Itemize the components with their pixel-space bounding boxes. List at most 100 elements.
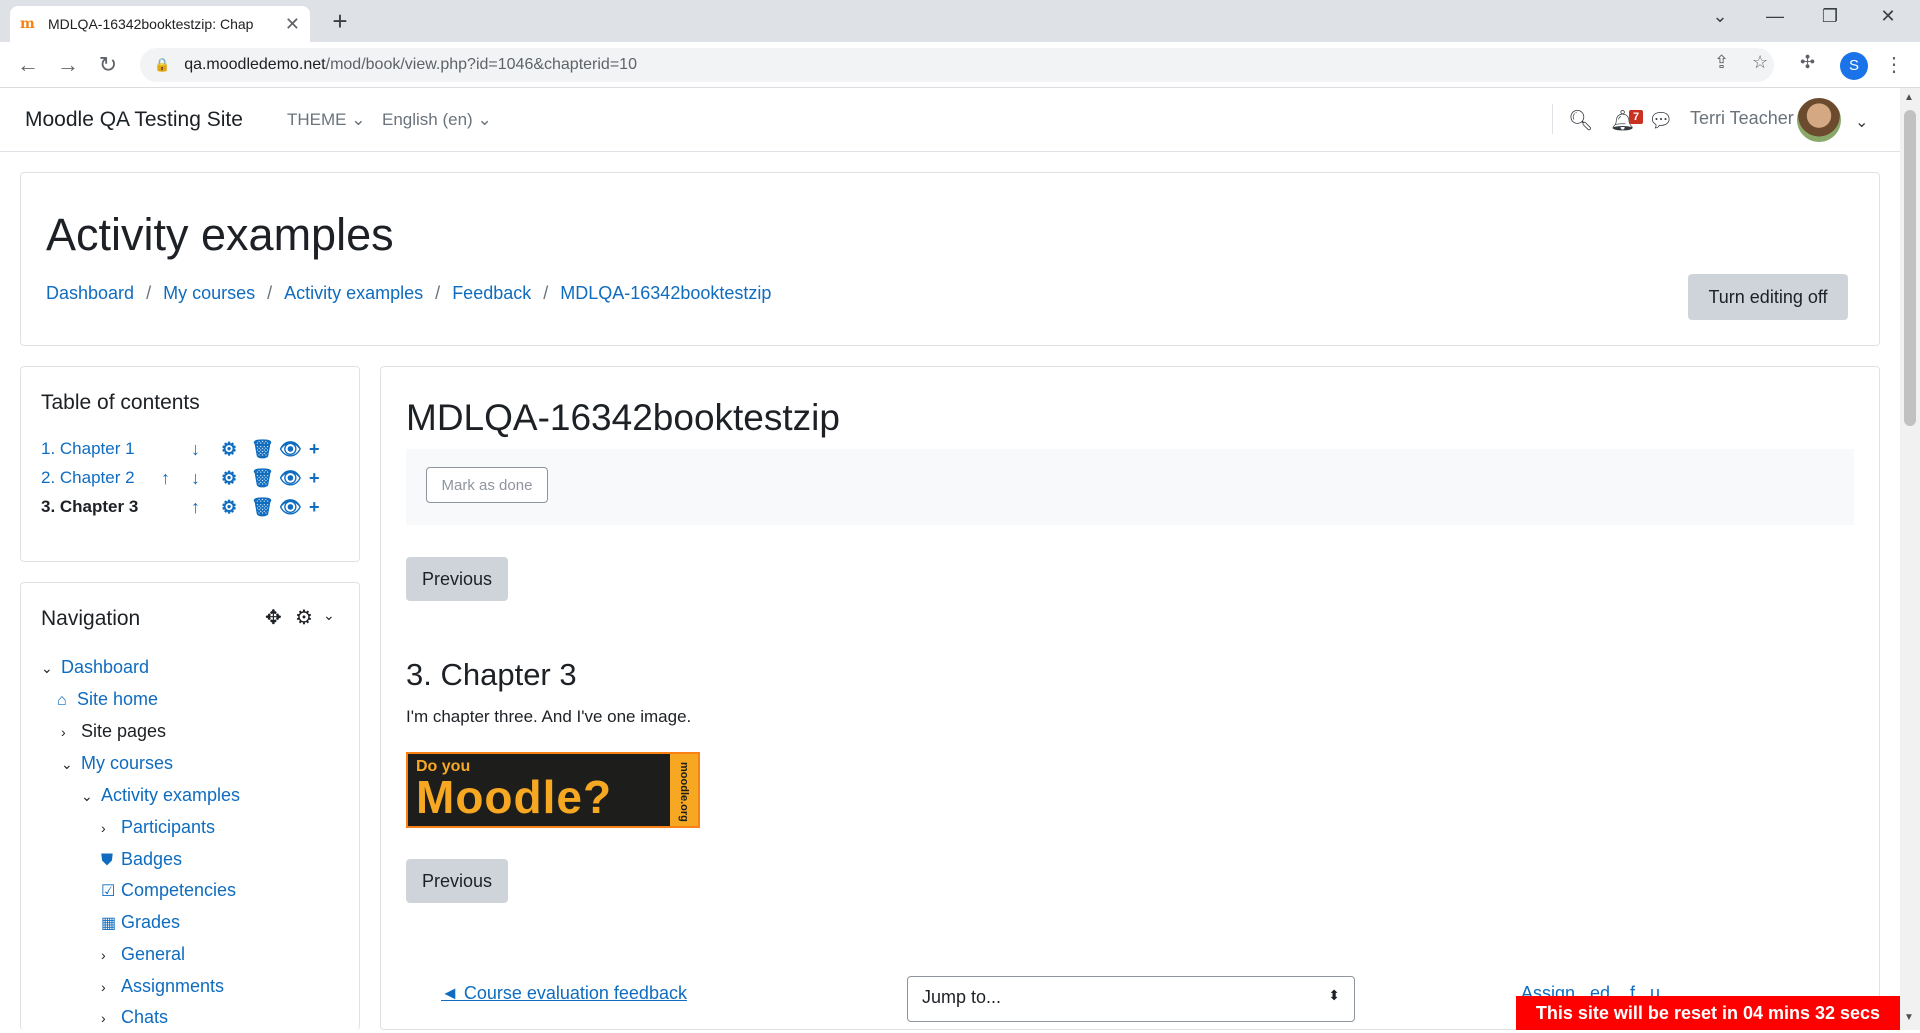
nav-item-label[interactable]: General [121, 944, 185, 964]
minimize-icon[interactable]: — [1755, 6, 1795, 27]
user-avatar[interactable] [1797, 98, 1841, 142]
breadcrumb-separator: / [435, 283, 441, 303]
nav-item-general[interactable]: › General [101, 944, 185, 970]
moodle-navbar: Moodle QA Testing Site THEME ⌄ English (… [0, 88, 1900, 152]
chevron-down-icon[interactable]: ⌄ [323, 607, 335, 624]
toc-item-chapter-2: 2. Chapter 2 ↑ ↓ ⚙ 🗑︎ 👁︎ + [41, 468, 341, 494]
nav-item-assignments[interactable]: › Assignments [101, 976, 224, 1002]
browser-tab-bar: m MDLQA-16342booktestzip: Chap ✕ + ⌄ — ❐… [0, 0, 1920, 42]
nav-item-activity-examples[interactable]: ⌄ Activity examples [81, 785, 240, 811]
nav-item-label[interactable]: Competencies [121, 880, 236, 900]
breadcrumb-book[interactable]: MDLQA-16342booktestzip [560, 283, 771, 304]
share-icon[interactable]: ⇪ [1714, 52, 1729, 73]
previous-button[interactable]: Previous [406, 557, 508, 601]
toc-chapter-link[interactable]: 1. Chapter 1 [41, 439, 135, 458]
trash-icon[interactable]: 🗑︎ [251, 497, 274, 518]
main-content: MDLQA-16342booktestzip Mark as done Prev… [380, 366, 1880, 1030]
scrollbar-thumb[interactable] [1904, 110, 1916, 426]
nav-item-label[interactable]: Assignments [121, 976, 224, 996]
forward-icon[interactable]: → [54, 52, 82, 78]
nav-item-label[interactable]: Activity examples [101, 785, 240, 805]
scroll-up-icon[interactable]: ▲ [1904, 92, 1914, 103]
breadcrumb-separator: / [543, 283, 549, 303]
trash-icon[interactable]: 🗑︎ [251, 439, 274, 460]
navbar-divider [1552, 104, 1553, 134]
close-window-icon[interactable]: ✕ [1868, 6, 1908, 27]
profile-avatar[interactable]: S [1840, 52, 1868, 80]
jump-to-select[interactable]: Jump to... ⬍ [907, 976, 1355, 1022]
chapter-text: I'm chapter three. And I've one image. [406, 707, 692, 726]
scroll-down-icon[interactable]: ▼ [1904, 1012, 1914, 1023]
move-up-icon[interactable]: ↑ [191, 497, 200, 518]
gear-icon[interactable]: ⚙ [221, 468, 237, 489]
move-down-icon[interactable]: ↓ [191, 439, 200, 460]
theme-menu[interactable]: THEME ⌄ [287, 110, 365, 130]
messages-icon[interactable]: 💬︎ [1648, 108, 1673, 133]
chevron-right-icon: › [61, 724, 66, 740]
chevron-right-icon: › [101, 1010, 106, 1026]
nav-item-site-home[interactable]: ⌂ Site home [57, 689, 158, 715]
close-tab-icon[interactable]: ✕ [285, 14, 300, 35]
site-name[interactable]: Moodle QA Testing Site [25, 108, 243, 132]
tab-search-icon[interactable]: ⌄ [1700, 6, 1740, 27]
nav-item-chats[interactable]: › Chats [101, 1007, 168, 1033]
restore-icon[interactable]: ❐ [1810, 6, 1850, 27]
back-icon[interactable]: ← [14, 52, 42, 78]
move-down-icon[interactable]: ↓ [191, 468, 200, 489]
user-name[interactable]: Terri Teacher [1690, 108, 1794, 129]
add-icon[interactable]: + [309, 497, 320, 518]
nav-item-label[interactable]: Dashboard [61, 657, 149, 677]
nav-item-label[interactable]: Grades [121, 912, 180, 932]
new-tab-button[interactable]: + [326, 6, 354, 37]
eye-icon[interactable]: 👁︎ [279, 468, 302, 489]
extensions-icon[interactable]: ✣ [1800, 52, 1815, 73]
breadcrumb-dashboard[interactable]: Dashboard [46, 283, 134, 304]
jump-to-label: Jump to... [922, 987, 1002, 1007]
browser-menu-icon[interactable]: ⋮ [1884, 52, 1904, 77]
nav-item-label[interactable]: Badges [121, 849, 182, 869]
breadcrumb-feedback[interactable]: Feedback [452, 283, 531, 304]
browser-tab[interactable]: m MDLQA-16342booktestzip: Chap ✕ [10, 6, 310, 42]
previous-button-bottom[interactable]: Previous [406, 859, 508, 903]
url-bar[interactable]: 🔒 qa.moodledemo.net/mod/book/view.php?id… [140, 48, 1774, 82]
mark-as-done-button[interactable]: Mark as done [426, 467, 548, 503]
course-evaluation-link[interactable]: ◄ Course evaluation feedback [441, 983, 687, 1004]
language-menu[interactable]: English (en) ⌄ [382, 110, 492, 130]
nav-item-dashboard[interactable]: ⌄ Dashboard [41, 657, 149, 683]
checkbox-icon: ☑ [101, 883, 116, 900]
chapter-title: 3. Chapter 3 [406, 657, 577, 692]
search-icon[interactable]: 🔍︎ [1568, 108, 1593, 133]
nav-item-badges[interactable]: ⛊ Badges [101, 849, 182, 875]
nav-item-grades[interactable]: ▦ Grades [101, 912, 180, 938]
chevron-down-icon: ⌄ [477, 110, 492, 129]
navigation-title: Navigation [41, 607, 141, 630]
nav-item-label[interactable]: Participants [121, 817, 215, 837]
nav-item-participants[interactable]: › Participants [101, 817, 215, 843]
toc-chapter-link[interactable]: 2. Chapter 2 [41, 468, 135, 487]
turn-editing-off-button[interactable]: Turn editing off [1688, 274, 1848, 320]
breadcrumb-activity-examples[interactable]: Activity examples [284, 283, 423, 304]
trash-icon[interactable]: 🗑︎ [251, 468, 274, 489]
gear-icon[interactable]: ⚙ [295, 605, 313, 630]
nav-item-site-pages[interactable]: › Site pages [61, 721, 166, 747]
tab-title: MDLQA-16342booktestzip: Chap [48, 16, 254, 32]
nav-item-label[interactable]: My courses [81, 753, 173, 773]
reload-icon[interactable]: ↻ [94, 52, 122, 78]
gear-icon[interactable]: ⚙ [221, 497, 237, 518]
add-icon[interactable]: + [309, 468, 320, 489]
nav-item-competencies[interactable]: ☑ Competencies [101, 880, 236, 906]
add-icon[interactable]: + [309, 439, 320, 460]
eye-icon[interactable]: 👁︎ [279, 439, 302, 460]
nav-item-label[interactable]: Chats [121, 1007, 168, 1027]
nav-item-label[interactable]: Site home [77, 689, 158, 709]
bookmark-star-icon[interactable]: ☆ [1752, 52, 1768, 73]
nav-item-my-courses[interactable]: ⌄ My courses [61, 753, 173, 779]
user-menu-chevron-icon[interactable]: ⌄ [1855, 112, 1868, 132]
move-block-icon[interactable]: ✥ [265, 605, 282, 630]
page-scrollbar[interactable]: ▲ ▼ [1900, 88, 1920, 1030]
move-up-icon[interactable]: ↑ [161, 468, 170, 489]
eye-icon[interactable]: 👁︎ [279, 497, 302, 518]
chevron-down-icon: ⌄ [351, 110, 366, 129]
breadcrumb-my-courses[interactable]: My courses [163, 283, 255, 304]
gear-icon[interactable]: ⚙ [221, 439, 237, 460]
